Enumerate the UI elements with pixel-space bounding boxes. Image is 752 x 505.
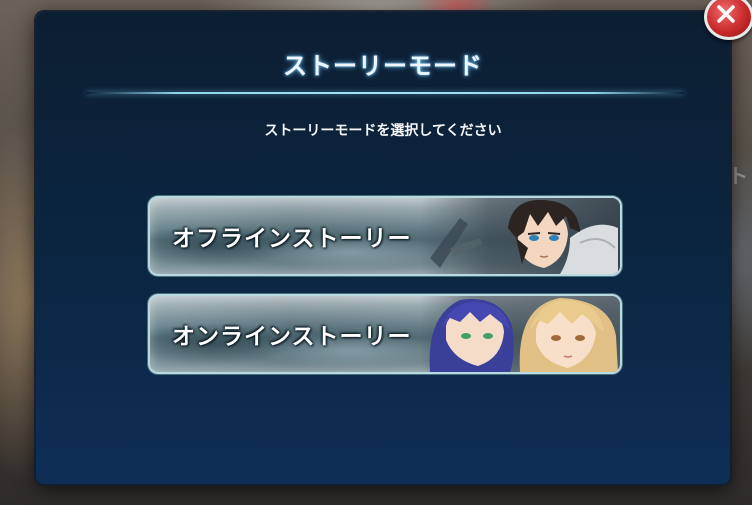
offline-character-portrait	[420, 198, 620, 274]
dialog-instruction: ストーリーモードを選択してください	[264, 123, 502, 139]
close-button[interactable]	[704, 0, 752, 40]
online-character-portraits	[420, 296, 620, 372]
close-icon	[717, 5, 735, 23]
online-story-label: オンラインストーリー	[172, 323, 412, 350]
dialog-title: ストーリーモード	[283, 51, 483, 80]
title-divider	[86, 92, 684, 94]
offline-story-button[interactable]: オフラインストーリー	[148, 196, 622, 276]
story-mode-dialog: ストーリーモード ストーリーモードを選択してください オフラインストーリー オン…	[36, 12, 730, 484]
offline-story-label: オフラインストーリー	[172, 225, 412, 252]
online-story-button[interactable]: オンラインストーリー	[148, 294, 622, 374]
